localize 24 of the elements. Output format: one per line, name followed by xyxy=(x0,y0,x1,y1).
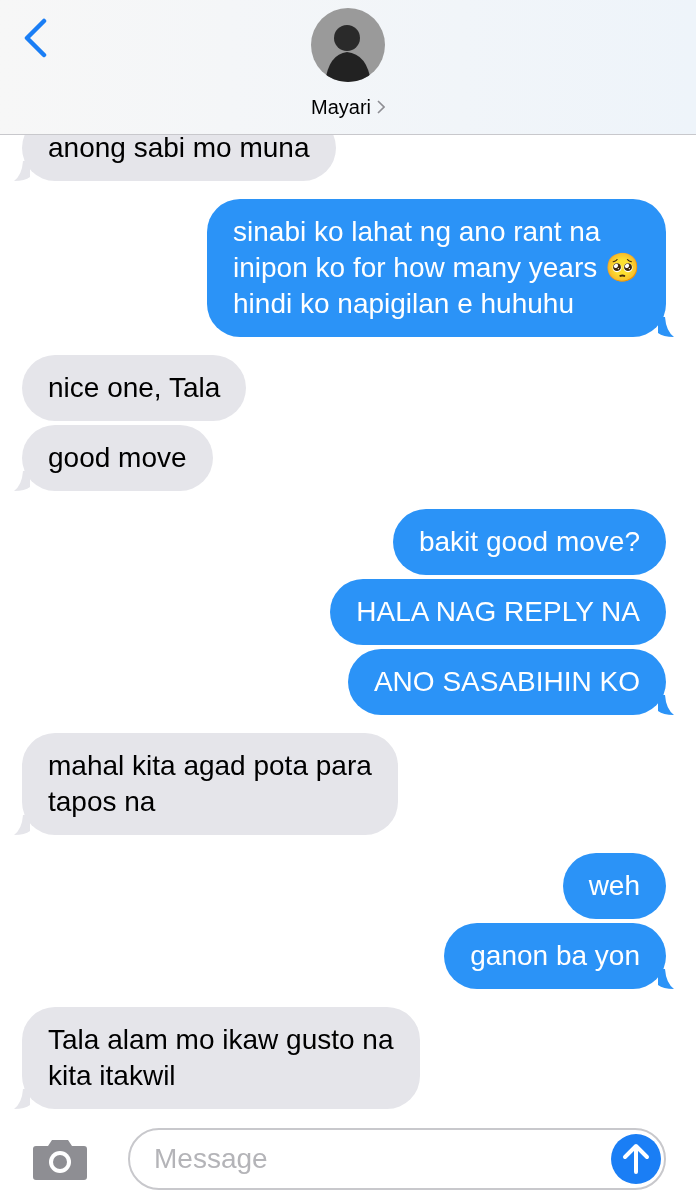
message-bubble: good move xyxy=(22,425,213,491)
bubble-tail-icon xyxy=(658,317,674,337)
message-bubble: mahal kita agad pota para tapos na xyxy=(22,733,398,835)
chevron-right-icon[interactable] xyxy=(377,100,385,114)
message-bubble: weh xyxy=(562,853,666,919)
message-bubble: bakit good move? xyxy=(392,509,666,575)
message-bubble: nice one, Tala xyxy=(22,355,247,421)
contact-name[interactable]: Mayari xyxy=(311,92,371,122)
send-icon[interactable] xyxy=(611,1134,661,1184)
message-bubble: anong sabi mo muna xyxy=(22,135,336,181)
message-bubble: Tala alam mo ikaw gusto na kita itakwil xyxy=(22,1007,420,1109)
bubble-tail-icon xyxy=(14,815,30,835)
bubble-tail-icon xyxy=(14,161,30,181)
message-bubble: HALA NAG REPLY NA xyxy=(330,579,666,645)
bubble-tail-icon xyxy=(658,695,674,715)
back-icon[interactable] xyxy=(22,18,48,58)
bubble-tail-icon xyxy=(658,969,674,989)
camera-icon[interactable] xyxy=(32,1137,88,1181)
bubble-tail-icon xyxy=(14,1089,30,1109)
bubble-tail-icon xyxy=(14,471,30,491)
message-field[interactable]: Message xyxy=(128,1128,666,1190)
message-bubble: ganon ba yon xyxy=(444,923,666,989)
message-bubble: ANO SASABIHIN KO xyxy=(347,649,666,715)
message-bubble: sinabi ko lahat ng ano rant na inipon ko for how many years 🥺 hindi ko napigilan e huhuhu xyxy=(207,199,666,337)
